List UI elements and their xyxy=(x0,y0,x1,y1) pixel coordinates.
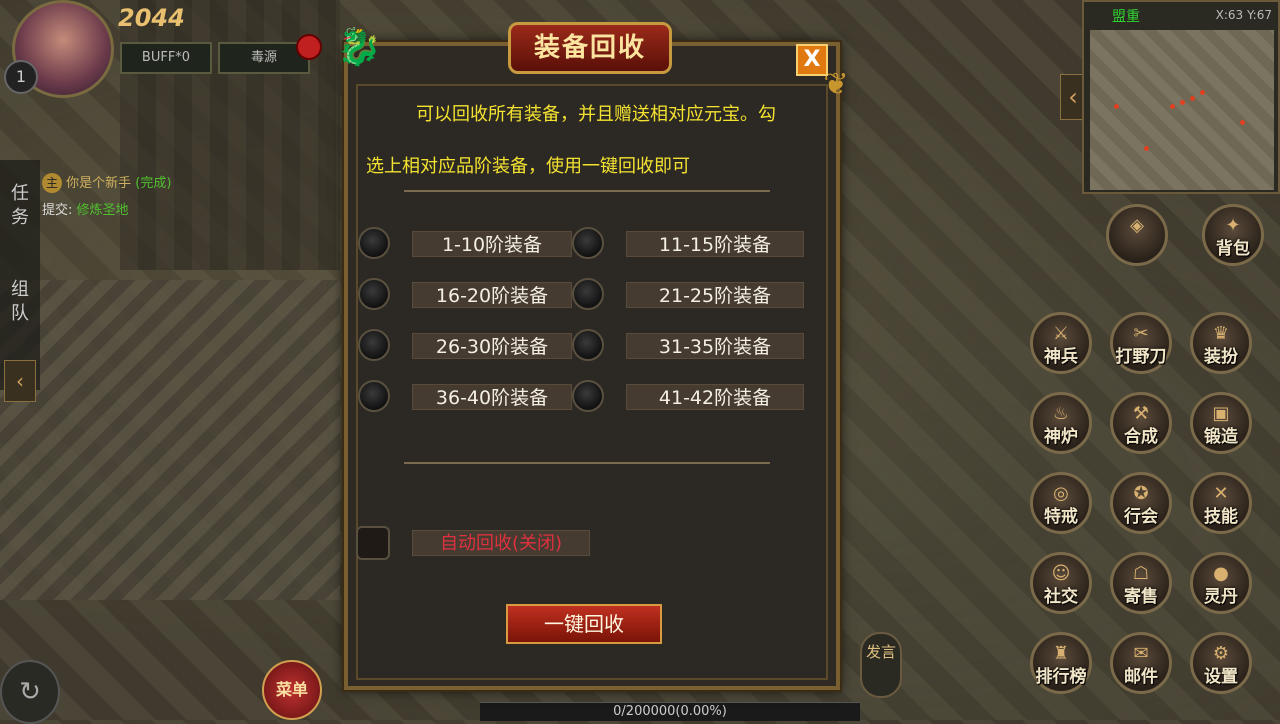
speak-button[interactable]: 发言 xyxy=(860,632,902,698)
one-click-recycle-button[interactable]: 一键回收 xyxy=(506,604,662,644)
tier-label-16-20[interactable]: 16-20阶装备 xyxy=(412,282,572,308)
player-level: 2044 xyxy=(118,4,185,32)
tier-radio-1-10[interactable] xyxy=(358,227,390,259)
tab-task[interactable]: 任务 xyxy=(8,182,32,230)
quest-title: 你是个新手 xyxy=(66,176,132,191)
tier-radio-36-40[interactable] xyxy=(358,380,390,412)
ring-icon: ◎ xyxy=(1053,483,1069,504)
consignment-icon: ☖ xyxy=(1132,563,1150,584)
furnace-icon: ♨ xyxy=(1052,403,1070,424)
outfit-button[interactable]: ♛ 装扮 xyxy=(1190,312,1252,374)
minimap[interactable]: 盟重 X:63 Y:67 xyxy=(1082,0,1280,194)
map-marker xyxy=(1200,90,1205,95)
map-marker xyxy=(1190,96,1195,101)
mail-button[interactable]: ✉ 邮件 xyxy=(1110,632,1172,694)
knife-icon: ✂ xyxy=(1133,323,1149,344)
synthesis-icon: ⚒ xyxy=(1132,403,1150,424)
special-ring-button[interactable]: ◎ 特戒 xyxy=(1030,472,1092,534)
social-button[interactable]: ☺ 社交 xyxy=(1030,552,1092,614)
tier-label-1-10[interactable]: 1-10阶装备 xyxy=(412,231,572,257)
close-button[interactable]: X xyxy=(796,44,828,76)
bag-icon: ✦ xyxy=(1225,215,1241,236)
map-coords: X:63 Y:67 xyxy=(1215,8,1272,22)
treasure-button[interactable]: ◈ xyxy=(1106,204,1168,266)
tier-label-31-35[interactable]: 31-35阶装备 xyxy=(626,333,804,359)
quest-status: (完成) xyxy=(135,176,172,191)
quest-submit-label: 提交: xyxy=(42,203,73,218)
auto-recycle-label[interactable]: 自动回收(关闭) xyxy=(412,530,590,556)
player-badge: 1 xyxy=(4,60,38,94)
map-marker xyxy=(1180,100,1185,105)
menu-button[interactable]: 菜单 xyxy=(262,660,322,720)
ranking-button[interactable]: ♜ 排行榜 xyxy=(1030,632,1092,694)
auto-recycle-checkbox[interactable] xyxy=(356,526,390,560)
tier-radio-26-30[interactable] xyxy=(358,329,390,361)
tier-radio-31-35[interactable] xyxy=(572,329,604,361)
recycle-dialog xyxy=(344,42,840,690)
bag-button[interactable]: ✦ 背包 xyxy=(1202,204,1264,266)
anvil-icon: ▣ xyxy=(1212,403,1230,424)
background-rubble xyxy=(0,280,340,600)
quest-submit-target[interactable]: 修炼圣地 xyxy=(77,203,129,218)
dialog-title: 装备回收 xyxy=(508,22,672,74)
consignment-button[interactable]: ☖ 寄售 xyxy=(1110,552,1172,614)
tier-label-11-15[interactable]: 11-15阶装备 xyxy=(626,231,804,257)
guild-icon: ✪ xyxy=(1133,483,1149,504)
ranking-icon: ♜ xyxy=(1052,643,1070,664)
guild-button[interactable]: ✪ 行会 xyxy=(1110,472,1172,534)
skills-button[interactable]: ✕ 技能 xyxy=(1190,472,1252,534)
tier-radio-11-15[interactable] xyxy=(572,227,604,259)
furnace-button[interactable]: ♨ 神炉 xyxy=(1030,392,1092,454)
buff-button[interactable]: BUFF*0 xyxy=(120,42,212,74)
treasure-icon: ◈ xyxy=(1130,215,1144,236)
tier-label-41-42[interactable]: 41-42阶装备 xyxy=(626,384,804,410)
side-tabs: 任务 组队 xyxy=(0,160,40,390)
map-marker xyxy=(1114,104,1119,109)
skills-icon: ✕ xyxy=(1213,483,1229,504)
tab-team[interactable]: 组队 xyxy=(8,278,32,326)
social-icon: ☺ xyxy=(1051,563,1071,584)
refresh-icon[interactable]: ↻ xyxy=(0,660,60,724)
divider-bottom xyxy=(404,462,770,464)
elixir-icon: ● xyxy=(1213,563,1229,584)
dragon-ornament-left-icon: 🐉 xyxy=(336,27,382,68)
description-line-2: 选上相对应品阶装备，使用一键回收即可 xyxy=(366,156,690,177)
hunting-knife-button[interactable]: ✂ 打野刀 xyxy=(1110,312,1172,374)
map-name: 盟重 xyxy=(1112,9,1140,25)
divider-top xyxy=(404,190,770,192)
map-area[interactable] xyxy=(1090,30,1274,190)
collapse-left-icon[interactable]: ‹ xyxy=(4,360,36,402)
map-marker xyxy=(1240,120,1245,125)
quest-main-tag: 主 xyxy=(42,173,62,193)
divine-weapon-icon: ⚔ xyxy=(1052,323,1070,344)
synthesis-button[interactable]: ⚒ 合成 xyxy=(1110,392,1172,454)
description-line-1: 可以回收所有装备，并且赠送相对应元宝。勾 xyxy=(416,104,776,125)
experience-bar: 0/200000(0.00%) xyxy=(480,702,860,721)
outfit-icon: ♛ xyxy=(1212,323,1230,344)
settings-button[interactable]: ⚙ 设置 xyxy=(1190,632,1252,694)
gear-icon: ⚙ xyxy=(1212,643,1230,664)
divine-weapon-button[interactable]: ⚔ 神兵 xyxy=(1030,312,1092,374)
forge-button[interactable]: ▣ 锻造 xyxy=(1190,392,1252,454)
tier-radio-21-25[interactable] xyxy=(572,278,604,310)
quest-tracker[interactable]: 主 你是个新手 (完成) 提交: 修炼圣地 xyxy=(42,172,171,218)
tier-label-21-25[interactable]: 21-25阶装备 xyxy=(626,282,804,308)
notification-dot[interactable] xyxy=(296,34,322,60)
tier-label-26-30[interactable]: 26-30阶装备 xyxy=(412,333,572,359)
elixir-button[interactable]: ● 灵丹 xyxy=(1190,552,1252,614)
map-marker xyxy=(1170,104,1175,109)
mail-icon: ✉ xyxy=(1133,643,1149,664)
map-marker xyxy=(1144,146,1149,151)
tier-label-36-40[interactable]: 36-40阶装备 xyxy=(412,384,572,410)
tier-radio-16-20[interactable] xyxy=(358,278,390,310)
tier-radio-41-42[interactable] xyxy=(572,380,604,412)
